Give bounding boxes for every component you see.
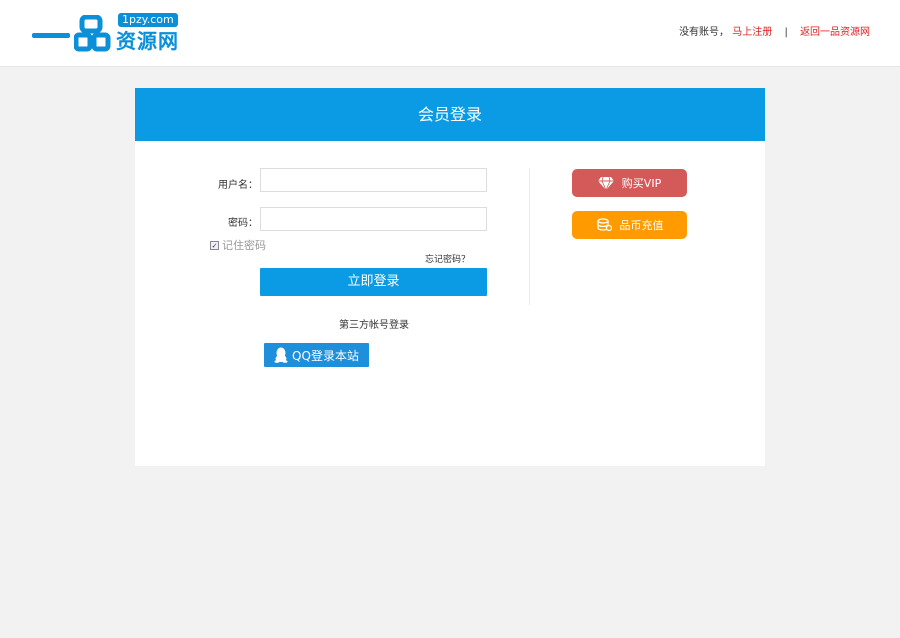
top-links: 没有账号， 马上注册 | 返回一品资源网	[679, 26, 870, 40]
coin-recharge-button[interactable]: 品币充值	[572, 211, 687, 239]
panel-title: 会员登录	[135, 88, 765, 141]
no-account-text: 没有账号，	[679, 27, 729, 38]
qq-login-button[interactable]: QQ登录本站	[264, 343, 369, 367]
home-link[interactable]: 返回一品资源网	[800, 27, 870, 38]
buy-vip-label: 购买VIP	[622, 175, 661, 191]
login-panel: 会员登录 用户名： 密码： ✓ 记住密码 忘记密码？ 立即登录 购买VIP 品币…	[135, 88, 765, 466]
qq-penguin-icon	[274, 347, 288, 363]
remember-checkbox[interactable]: ✓	[210, 241, 219, 250]
third-party-login-title: 第三方帐号登录	[339, 316, 409, 331]
login-button[interactable]: 立即登录	[260, 268, 487, 296]
remember-password[interactable]: ✓ 记住密码	[210, 237, 266, 253]
coin-recharge-label: 品币充值	[620, 217, 664, 233]
password-input[interactable]	[260, 207, 487, 231]
logo-url-badge: 1pzy.com	[118, 13, 178, 27]
logo-site-name: 资源网	[116, 29, 179, 53]
site-header: 1pzy.com 资源网 没有账号， 马上注册 | 返回一品资源网	[0, 0, 900, 67]
logo-pin-mark	[74, 15, 112, 53]
vertical-divider	[529, 168, 530, 305]
diamond-icon	[598, 176, 614, 190]
link-separator: |	[784, 27, 787, 38]
password-label: 密码：	[178, 214, 258, 229]
username-input[interactable]	[260, 168, 487, 192]
forgot-password-link[interactable]: 忘记密码？	[425, 252, 470, 265]
coins-icon	[596, 217, 612, 233]
logo-dash-mark	[32, 33, 70, 38]
buy-vip-button[interactable]: 购买VIP	[572, 169, 687, 197]
qq-login-label: QQ登录本站	[292, 347, 359, 364]
remember-label: 记住密码	[222, 237, 266, 253]
username-label: 用户名：	[178, 176, 258, 191]
site-logo[interactable]: 1pzy.com 资源网	[32, 13, 182, 55]
register-link[interactable]: 马上注册	[732, 27, 772, 38]
